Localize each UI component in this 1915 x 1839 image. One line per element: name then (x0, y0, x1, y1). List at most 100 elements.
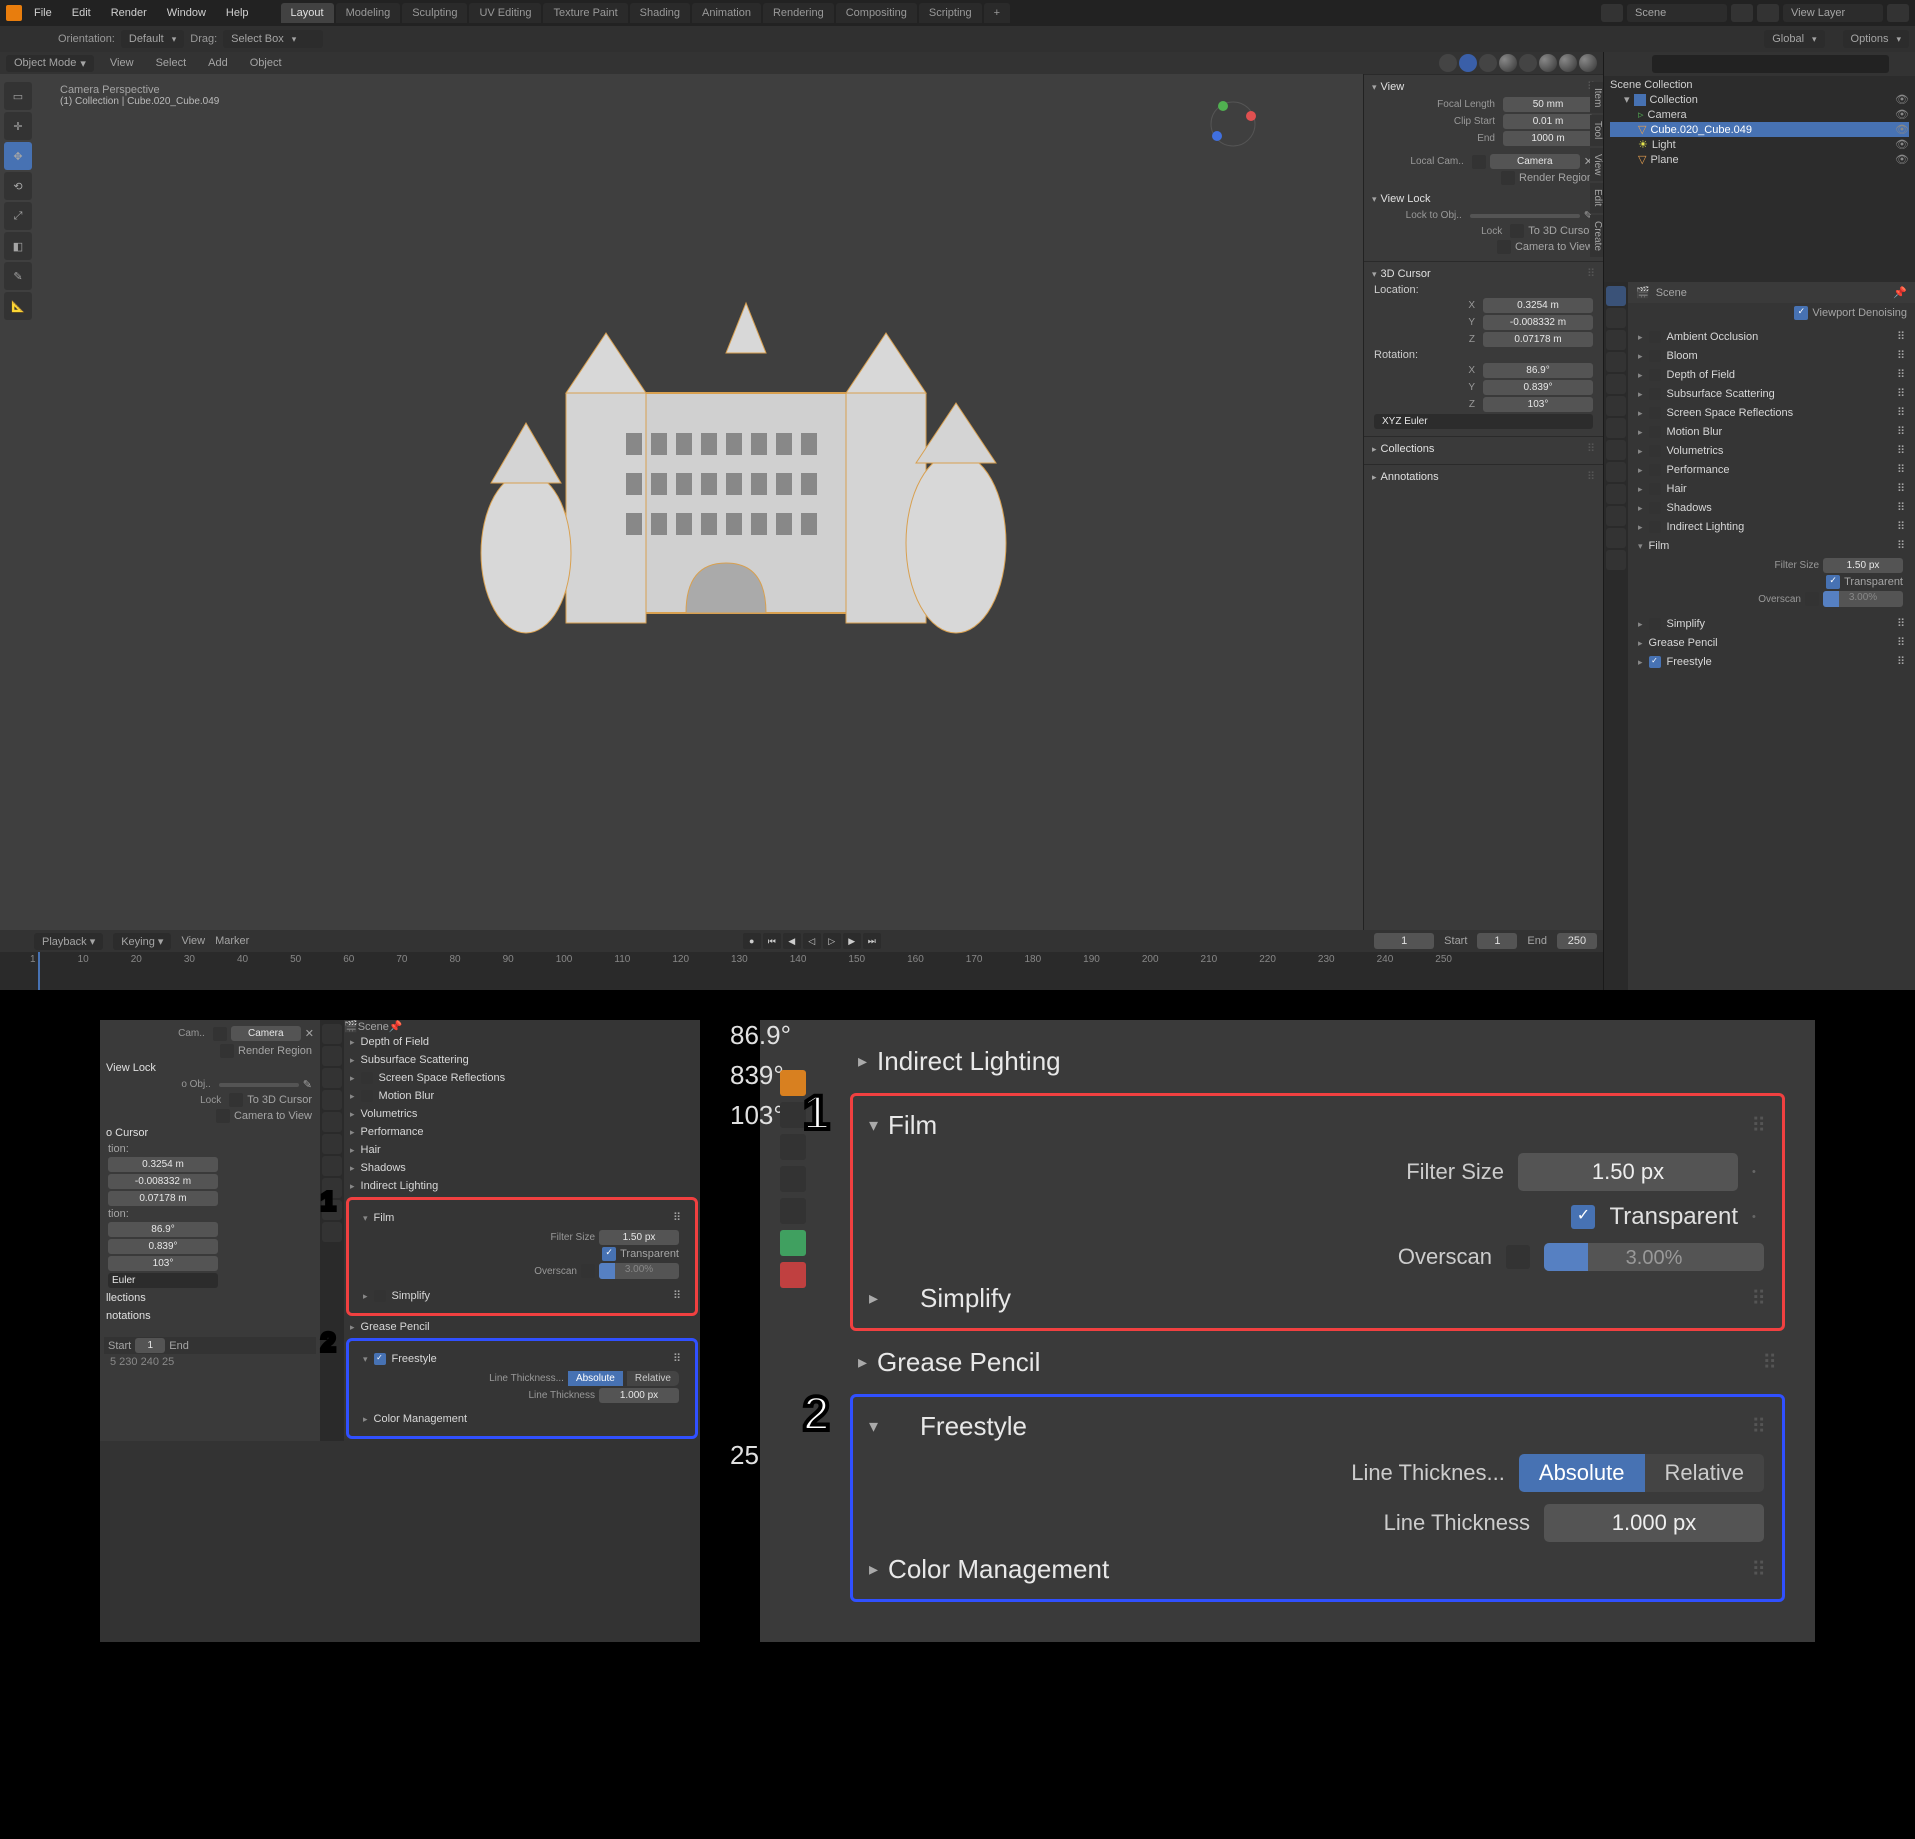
section-bloom[interactable]: Bloom⠿ (1632, 346, 1911, 365)
scene-new-button[interactable] (1731, 4, 1753, 22)
i2-grease-header[interactable]: ▸Grease Pencil⠿ (850, 1341, 1785, 1384)
shading-matprev-icon[interactable] (1559, 54, 1577, 72)
rot-z-input[interactable]: 103° (1483, 397, 1593, 412)
i1-rv1[interactable]: 86.9° (108, 1222, 218, 1237)
i1-cam-clear-icon[interactable]: ✕ (305, 1027, 314, 1040)
section-hair[interactable]: Hair⠿ (1632, 479, 1911, 498)
loc-z-input[interactable]: 0.07178 m (1483, 332, 1593, 347)
i2-overscan-slider[interactable]: 3.00% (1544, 1243, 1764, 1271)
viewlayer-new-button[interactable] (1887, 4, 1909, 22)
i1-dof[interactable]: Depth of Field (344, 1033, 700, 1051)
i1-perf[interactable]: Performance (344, 1123, 700, 1141)
play-icon[interactable]: ▷ (823, 933, 841, 949)
rot-y-input[interactable]: 0.839° (1483, 380, 1593, 395)
viewport-denoise-checkbox[interactable] (1794, 306, 1808, 320)
i1-rv2[interactable]: 0.839° (108, 1239, 218, 1254)
section-screen-space-reflections[interactable]: Screen Space Reflections⠿ (1632, 403, 1911, 422)
i1-sss[interactable]: Subsurface Scattering (344, 1051, 700, 1069)
constraint-props-tab[interactable] (1606, 484, 1626, 504)
focal-length-input[interactable]: 50 mm (1503, 97, 1593, 112)
simplify-header[interactable]: Simplify⠿ (1632, 614, 1911, 633)
tab-compositing[interactable]: Compositing (836, 3, 917, 23)
i1-ptab[interactable] (322, 1046, 342, 1066)
transform-orientation-dropdown[interactable]: Global (1764, 30, 1824, 48)
i1-colormgmt[interactable]: Color Management (357, 1410, 687, 1428)
tab-texturepaint[interactable]: Texture Paint (543, 3, 627, 23)
playback-dropdown[interactable]: Playback ▾ (34, 933, 103, 950)
section-shadows[interactable]: Shadows⠿ (1632, 498, 1911, 517)
i1-grease[interactable]: Grease Pencil (344, 1318, 700, 1336)
i2-filtersize-input[interactable]: 1.50 px (1518, 1153, 1738, 1191)
i2-indir-header[interactable]: ▸Indirect Lighting (850, 1040, 1785, 1083)
i1-hair[interactable]: Hair (344, 1141, 700, 1159)
3d-viewport[interactable]: ▭ ✛ ✥ ⟲ ⤢ ◧ ✎ 📐 Camera Perspective (1) C… (0, 74, 1603, 930)
i1-euler[interactable]: Euler (108, 1273, 218, 1288)
overscan-slider[interactable]: 3.00% (1823, 591, 1903, 607)
material-props-tab[interactable] (1606, 528, 1626, 548)
tab-modeling[interactable]: Modeling (336, 3, 401, 23)
i2-colormgmt-header[interactable]: ▸Color Management⠿ (861, 1548, 1774, 1591)
i1-ptab[interactable] (322, 1134, 342, 1154)
particle-props-tab[interactable] (1606, 440, 1626, 460)
section-depth-of-field[interactable]: Depth of Field⠿ (1632, 365, 1911, 384)
i1-viewlock-header[interactable]: View Lock (104, 1059, 316, 1077)
keying-dropdown[interactable]: Keying ▾ (113, 933, 171, 950)
annotate-tool[interactable]: ✎ (4, 262, 32, 290)
shading-wireframe-icon[interactable] (1519, 54, 1537, 72)
tab-rendering[interactable]: Rendering (763, 3, 834, 23)
i1-coll-header[interactable]: llections (104, 1289, 316, 1307)
outliner-search-input[interactable] (1652, 55, 1889, 73)
i2-simplify-checkbox[interactable] (888, 1288, 910, 1310)
freestyle-checkbox[interactable] (1649, 656, 1661, 668)
viewlayer-browse-icon[interactable] (1757, 4, 1779, 22)
cube-row[interactable]: ▽Cube.020_Cube.049👁 (1610, 122, 1909, 137)
i1-rel-button[interactable]: Relative (627, 1371, 679, 1386)
world-props-tab[interactable] (1606, 374, 1626, 394)
tab-uvediting[interactable]: UV Editing (469, 3, 541, 23)
i1-cam-input[interactable]: Camera (231, 1026, 301, 1041)
viewlock-header[interactable]: View Lock (1370, 190, 1597, 208)
texture-props-tab[interactable] (1606, 550, 1626, 570)
npanel-tab-view[interactable]: View (1590, 148, 1603, 182)
section-motion-blur[interactable]: Motion Blur⠿ (1632, 422, 1911, 441)
i1-pin-icon[interactable]: 📌 (389, 1021, 403, 1033)
move-icon[interactable] (32, 29, 52, 49)
i1-film-header[interactable]: Film⠿ (357, 1208, 687, 1227)
i1-abs-button[interactable]: Absolute (568, 1371, 623, 1386)
nav-gizmo[interactable] (1203, 94, 1263, 154)
rot-mode-dropdown[interactable]: XYZ Euler (1374, 414, 1593, 429)
i1-annot-header[interactable]: notations (104, 1307, 316, 1325)
section-subsurface-scattering[interactable]: Subsurface Scattering⠿ (1632, 384, 1911, 403)
i1-rv3[interactable]: 103° (108, 1256, 218, 1271)
outliner-filter-icon[interactable] (1893, 55, 1911, 73)
i2-freestyle-header[interactable]: ▾Freestyle⠿ (861, 1405, 1774, 1448)
i1-simplify-checkbox[interactable] (374, 1290, 386, 1302)
viewlayer-name-input[interactable]: View Layer (1783, 4, 1883, 22)
npanel-tab-edit[interactable]: Edit (1590, 183, 1603, 212)
i2-constraint-icon[interactable] (780, 1198, 806, 1224)
clip-end-input[interactable]: 1000 m (1503, 131, 1593, 146)
clip-start-input[interactable]: 0.01 m (1503, 114, 1593, 129)
i1-overscan-checkbox[interactable] (581, 1264, 595, 1278)
i2-film-header[interactable]: ▾Film⠿ (861, 1104, 1774, 1147)
npanel-tab-create[interactable]: Create (1590, 215, 1603, 257)
npanel-tab-tool[interactable]: Tool (1590, 115, 1603, 145)
i2-physics-icon[interactable] (780, 1166, 806, 1192)
i1-thickness-input[interactable]: 1.000 px (599, 1388, 679, 1403)
cursor-tool[interactable]: ✛ (4, 112, 32, 140)
plane-row[interactable]: ▽Plane👁 (1610, 152, 1909, 167)
i1-lockobj-input[interactable] (219, 1083, 299, 1087)
physics-props-tab[interactable] (1606, 462, 1626, 482)
timeline-editor-icon[interactable] (6, 932, 24, 950)
timeline-track[interactable]: 1102030405060708090100110120130140150160… (0, 952, 1603, 990)
keyframe-prev-icon[interactable]: ◀ (783, 933, 801, 949)
section-indirect-lighting[interactable]: Indirect Lighting⠿ (1632, 517, 1911, 536)
i1-ptab[interactable] (322, 1156, 342, 1176)
tab-shading[interactable]: Shading (630, 3, 690, 23)
i1-ssr[interactable]: Screen Space Reflections (344, 1069, 700, 1087)
loc-y-input[interactable]: -0.008332 m (1483, 315, 1593, 330)
annotations-header[interactable]: Annotations⠿ (1370, 467, 1597, 486)
vp-menu-add[interactable]: Add (202, 55, 234, 71)
filter-size-input[interactable]: 1.50 px (1823, 558, 1903, 573)
i1-vol[interactable]: Volumetrics (344, 1105, 700, 1123)
